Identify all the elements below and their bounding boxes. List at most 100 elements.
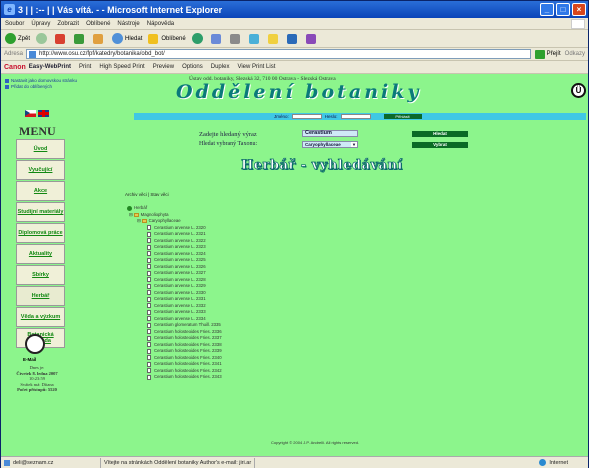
title-bar: e 3 | | :-- | | Vás vítá. - - Microsoft … <box>1 1 588 18</box>
menu-item-herbar[interactable]: Herbář <box>16 286 65 306</box>
menu-oblibene[interactable]: Oblíbené <box>86 21 110 27</box>
menu-nastroje[interactable]: Nástroje <box>117 21 139 27</box>
document-icon <box>147 244 151 250</box>
login-pass-field[interactable] <box>340 114 371 119</box>
folder-icon <box>141 219 147 224</box>
folder-icon <box>133 212 139 217</box>
menu-upravy[interactable]: Úpravy <box>31 21 50 27</box>
login-button[interactable]: Přihlásit <box>383 114 422 119</box>
menu-soubor[interactable]: Soubor <box>5 21 24 27</box>
back-button[interactable]: Zpět <box>5 33 30 44</box>
login-name-field[interactable] <box>291 114 322 119</box>
tree-entries: Cerastium arvense L. 2320 Cerastium arven… <box>127 225 222 381</box>
discuss-button[interactable] <box>267 33 281 44</box>
folder-icon <box>267 33 278 44</box>
print-button[interactable] <box>229 33 243 44</box>
go-arrow-icon <box>534 49 545 59</box>
menu-item-studijni-materialy[interactable]: Studijní materiály <box>16 202 65 222</box>
print-btn[interactable]: Print <box>79 64 91 70</box>
hs-print-btn[interactable]: High Speed Print <box>99 64 144 70</box>
go-button[interactable]: Přejít <box>534 49 561 59</box>
menu-item-vyucujici[interactable]: Vyučující <box>16 160 65 180</box>
menu-item-akce[interactable]: Akce <box>16 181 65 201</box>
taxon-label: Hledat vybraný Taxonu: <box>199 141 258 147</box>
language-flags <box>25 110 51 117</box>
menu-zobrazit[interactable]: Zobrazit <box>57 21 79 27</box>
copyright-footer: Copyright © 2004 J.P. Andrelli. All righ… <box>271 440 360 445</box>
home-button[interactable] <box>93 33 106 44</box>
links-button[interactable]: Odkazy <box>565 51 585 57</box>
duplex-btn[interactable]: Duplex <box>211 64 230 70</box>
view-print-list-btn[interactable]: View Print List <box>237 64 275 70</box>
login-pass-label: Heslo: <box>324 114 338 119</box>
maximize-button[interactable]: □ <box>556 3 570 16</box>
back-label: Zpět <box>18 35 31 42</box>
menu-item-uvod[interactable]: Úvod <box>16 139 65 159</box>
menu-item-sbirky[interactable]: Sbírky <box>16 265 65 285</box>
refresh-icon <box>74 33 85 44</box>
site-banner: Oddělení botaniky <box>176 81 422 103</box>
menu-item-diplomova-prace[interactable]: Diplomová práce <box>16 223 65 243</box>
document-icon <box>147 225 151 231</box>
taxon-select-value: Caryophyllaceae <box>305 142 341 147</box>
stop-button[interactable] <box>55 33 68 44</box>
date-block: Dnes je: Čtvrtek 8. ledna 2007 10:23:59 … <box>9 365 65 393</box>
document-icon <box>147 322 151 328</box>
search-query-input[interactable]: Cerastium <box>302 130 358 137</box>
edit-button[interactable] <box>248 33 262 44</box>
side-menu: Úvod Vyučující Akce Studijní materiály D… <box>16 139 65 349</box>
history-icon <box>191 33 203 44</box>
search-button-hledat[interactable]: Hledat <box>412 131 468 137</box>
english-flag-icon[interactable] <box>38 110 49 117</box>
menu-title: MENU <box>19 124 56 138</box>
messenger-button[interactable] <box>286 33 300 44</box>
login-stripe: Jméno: Heslo: Přihlásit <box>134 113 586 120</box>
document-icon <box>147 355 151 361</box>
tree-entry[interactable]: Cerastium holosteoides Fries. 2343 <box>127 374 222 381</box>
research-button[interactable] <box>305 33 319 44</box>
menu-bar: Soubor Úpravy Zobrazit Oblíbené Nástroje… <box>1 18 588 30</box>
edit-icon <box>248 33 259 44</box>
document-icon <box>147 251 151 257</box>
history-button[interactable] <box>191 33 205 44</box>
canon-logo: Canon <box>4 63 26 71</box>
address-url: http://www.osu.cz/fpf/katedry/botanika/o… <box>39 51 165 57</box>
mail-button[interactable] <box>210 33 224 44</box>
page-content: Nastavit jako domovskou stránku Přidat d… <box>1 74 588 456</box>
expand-icon: ⊟ <box>137 218 141 223</box>
document-icon <box>147 257 151 263</box>
taxon-select[interactable]: Caryophyllaceae ▾ <box>302 141 358 148</box>
close-button[interactable]: × <box>572 3 586 16</box>
taxon-select-button[interactable]: Vybrat <box>412 142 468 148</box>
search-button[interactable]: Hledat <box>112 33 142 44</box>
minimize-button[interactable]: _ <box>540 3 554 16</box>
czech-flag-icon[interactable] <box>25 110 36 117</box>
document-icon <box>147 283 151 289</box>
browser-window: e 3 | | :-- | | Vás vítá. - - Microsoft … <box>0 0 589 468</box>
printer-icon <box>229 33 240 44</box>
options-btn[interactable]: Options <box>182 64 203 70</box>
top-links: Nastavit jako domovskou stránku Přidat d… <box>5 78 77 90</box>
research-icon <box>305 33 316 44</box>
refresh-button[interactable] <box>74 33 87 44</box>
menu-napoveda[interactable]: Nápověda <box>147 21 174 27</box>
document-icon <box>147 335 151 341</box>
menu-item-veda-a-vyzkum[interactable]: Věda a výzkum <box>16 307 65 327</box>
security-zone: Internet <box>539 459 588 466</box>
status-mail-text: deli@seznam.cz <box>13 459 54 466</box>
preview-btn[interactable]: Preview <box>153 64 174 70</box>
breadcrumb[interactable]: Archiv věci | Stav věci <box>125 192 169 197</box>
document-icon <box>147 290 151 296</box>
favorites-button[interactable]: Oblíbené <box>148 33 186 44</box>
add-favorites-link[interactable]: Přidat do oblíbených <box>5 84 77 90</box>
globe-icon <box>539 459 547 466</box>
email-logo-icon[interactable] <box>25 334 45 354</box>
go-label: Přejít <box>546 51 561 57</box>
menu-item-aktuality[interactable]: Aktuality <box>16 244 65 264</box>
visit-counter: Počet přístupů: 5520 <box>17 387 57 392</box>
mail-icon <box>210 33 221 44</box>
forward-button[interactable] <box>36 33 49 44</box>
address-input[interactable]: http://www.osu.cz/fpf/katedry/botanika/o… <box>26 49 531 59</box>
easy-webprint-menu[interactable]: Easy-WebPrint <box>29 64 71 70</box>
document-icon <box>147 342 151 348</box>
